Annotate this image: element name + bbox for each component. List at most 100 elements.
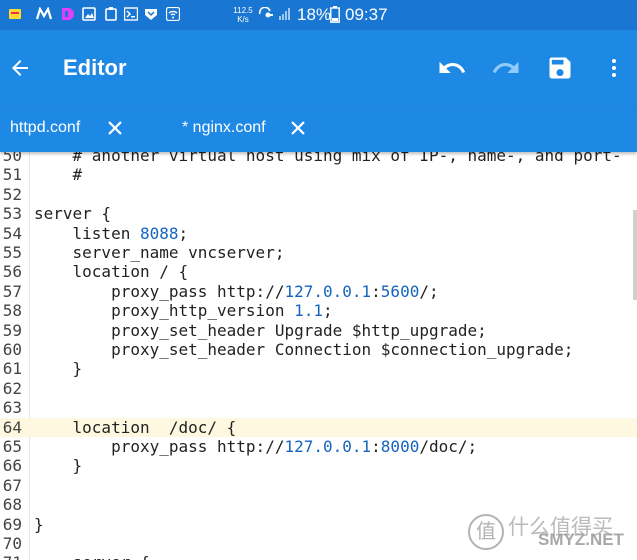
code-token: proxy_pass http:// (34, 437, 285, 456)
code-line[interactable]: 58 proxy_http_version 1.1; (0, 301, 637, 320)
code-token: server { (34, 204, 112, 224)
close-icon[interactable] (106, 119, 124, 137)
code-line[interactable]: 63 (0, 398, 637, 417)
code-text: listen 8088; (34, 223, 189, 243)
line-number: 59 (2, 320, 22, 340)
code-token: proxy_set_header Upgrade $http_upgrade; (34, 320, 487, 340)
code-line[interactable]: 67 (0, 476, 637, 495)
code-token: ; (323, 301, 333, 321)
code-text: server { (34, 204, 111, 223)
code-line[interactable]: 54 listen 8088; (0, 224, 637, 243)
net-speed: 112.5 K/s (233, 6, 253, 24)
m-app-icon (36, 7, 52, 20)
code-text: location /doc/ { (34, 418, 237, 437)
vpn-key-icon (258, 7, 273, 18)
watermark-logo: 值 (468, 514, 504, 550)
code-line[interactable]: 52 (0, 185, 637, 204)
code-text: server_name vncserver; (34, 243, 285, 262)
watermark-domain: SMYZ.NET (538, 530, 624, 549)
code-text: proxy_set_header Upgrade $http_upgrade; (34, 321, 487, 340)
code-text: location / { (34, 262, 189, 281)
code-token: /doc/; (419, 437, 478, 456)
number-literal: 1.1 (294, 301, 323, 321)
line-number: 58 (2, 301, 22, 321)
code-text: # (34, 165, 83, 185)
undo-button[interactable] (432, 48, 472, 88)
terminal-icon (124, 7, 138, 21)
code-text: proxy_pass http://127.0.0.1:5600/; (34, 282, 439, 301)
code-token: : (371, 281, 381, 301)
code-token: # another virtual host using mix of IP-,… (34, 152, 622, 165)
number-literal: 5600 (380, 281, 420, 301)
scrollbar-thumb[interactable] (633, 210, 637, 300)
code-token: ; (178, 223, 189, 243)
code-line[interactable]: 57 proxy_pass http://127.0.0.1:5600/; (0, 282, 637, 301)
code-line[interactable]: 53 server { (0, 204, 637, 223)
code-line[interactable]: 60 proxy_set_header Connection $connecti… (0, 340, 637, 359)
line-number: 66 (2, 456, 22, 476)
line-number: 63 (2, 398, 22, 418)
code-token: proxy_set_header Connection $connection_… (34, 340, 574, 359)
code-token: listen (34, 223, 140, 243)
code-token: proxy_http_version (34, 301, 295, 321)
clock: 09:37 (345, 5, 388, 24)
floppy-save-icon (549, 57, 571, 79)
code-line[interactable]: 59 proxy_set_header Upgrade $http_upgrad… (0, 321, 637, 340)
line-number: 54 (2, 223, 22, 243)
code-line[interactable]: 56 location / { (0, 262, 637, 281)
code-text: } (34, 456, 83, 476)
line-number: 55 (2, 243, 22, 262)
close-icon[interactable] (289, 119, 307, 137)
line-number: 61 (2, 359, 22, 379)
gallery-icon (82, 7, 96, 21)
tab-nginx-conf[interactable]: * nginx.conf (170, 106, 320, 152)
code-line[interactable]: 66 } (0, 456, 637, 475)
code-text: # another virtual host using mix of IP-,… (34, 152, 622, 165)
code-token: # (34, 165, 83, 185)
code-line[interactable]: 55 server_name vncserver; (0, 243, 637, 262)
code-line[interactable]: 64 location /doc/ { (0, 417, 637, 437)
line-number: 67 (2, 475, 22, 495)
page-title: Editor (63, 55, 127, 80)
d-app-icon (62, 8, 74, 20)
line-number: 71 (0, 553, 22, 560)
code-token: } (34, 514, 44, 534)
code-text: } (34, 515, 44, 534)
code-line[interactable]: 61 } (0, 359, 637, 378)
code-text: proxy_pass http://127.0.0.1:8000/doc/; (34, 437, 477, 456)
back-button[interactable] (0, 48, 40, 88)
line-number: 62 (2, 378, 22, 398)
number-literal: 127.0.0.1 (284, 437, 372, 456)
undo-icon (439, 61, 466, 73)
line-number: 64 (2, 417, 22, 437)
code-line[interactable]: 62 (0, 379, 637, 398)
line-number: 70 (2, 534, 22, 553)
code-text: proxy_set_header Connection $connection_… (34, 340, 573, 359)
save-button[interactable] (540, 48, 580, 88)
line-number: 53 (2, 204, 22, 224)
redo-icon (492, 61, 519, 73)
code-token: } (34, 456, 83, 476)
code-token: /; (419, 281, 439, 301)
more-menu-button[interactable] (594, 48, 634, 88)
line-number: 50 (2, 152, 22, 165)
watermark: 值 什么值得买 SMYZ.NET (468, 512, 628, 556)
signal-icon (279, 8, 290, 20)
code-line[interactable]: 50 # another virtual host using mix of I… (0, 152, 637, 165)
code-line[interactable]: 51 # (0, 165, 637, 184)
line-number: 51 (2, 165, 22, 185)
redo-button[interactable] (486, 48, 526, 88)
file-tabs: httpd.conf * nginx.conf (0, 106, 637, 152)
battery-icon (330, 6, 340, 23)
tab-httpd-conf[interactable]: httpd.conf (0, 106, 140, 152)
code-token: server { (34, 553, 150, 560)
app-toolbar: Editor (0, 30, 637, 106)
line-number: 68 (2, 495, 22, 515)
number-literal: 127.0.0.1 (284, 281, 372, 301)
code-token: } (34, 359, 83, 379)
line-number: 56 (2, 262, 22, 282)
code-line[interactable]: 65 proxy_pass http://127.0.0.1:8000/doc/… (0, 437, 637, 456)
code-text: } (34, 359, 83, 379)
code-text: proxy_http_version 1.1; (34, 301, 333, 320)
code-editor[interactable]: 50 # another virtual host using mix of I… (0, 152, 637, 560)
